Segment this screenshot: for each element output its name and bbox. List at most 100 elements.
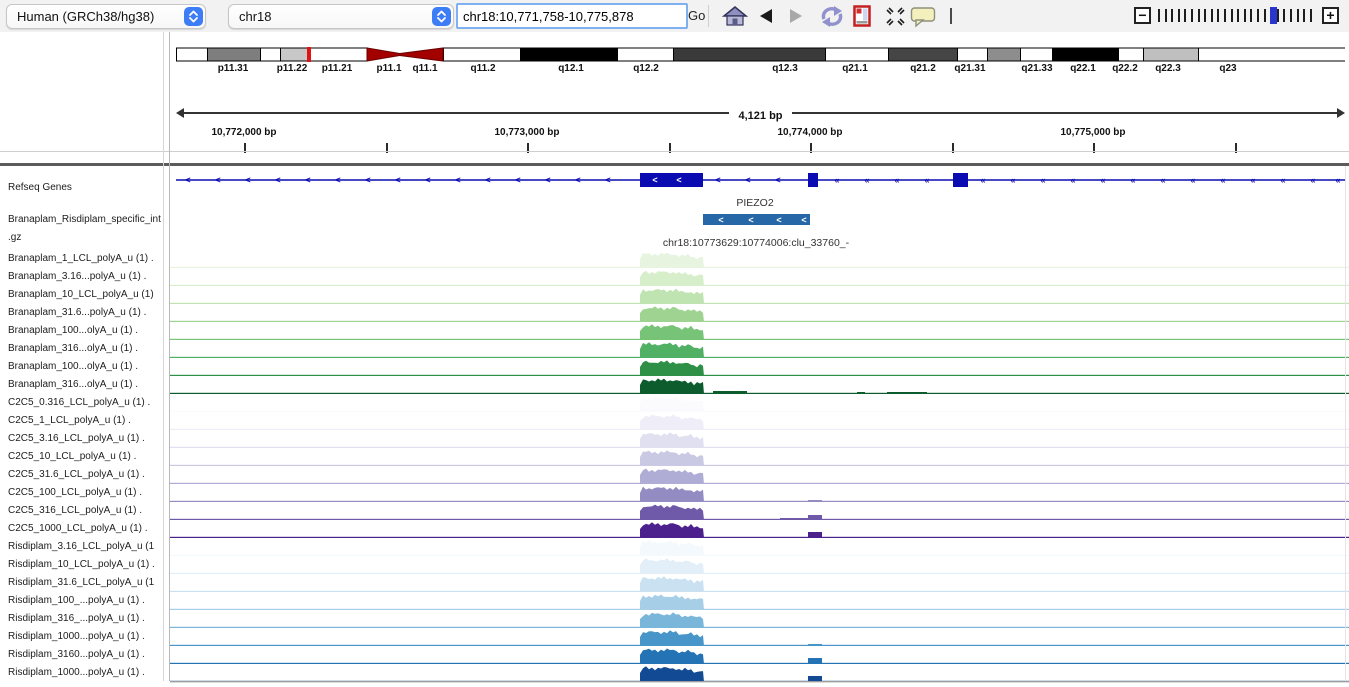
zoom-slider-tick[interactable]	[1231, 9, 1233, 22]
zoom-slider-tick[interactable]	[1204, 9, 1206, 22]
svg-text:<: <	[775, 175, 780, 185]
track-name[interactable]: Branaplam_Risdiplam_specific_int	[8, 214, 161, 225]
refseq-gene-track[interactable]: <<<<<<<<<<<<<<<<<<«««««««««««««««««<<PIE…	[170, 166, 1349, 210]
coverage-track[interactable]	[170, 286, 1349, 304]
chromosome-ideogram[interactable]: p11.31p11.22p11.21p11.1q11.1q11.2q12.1q1…	[176, 32, 1345, 163]
junction-track[interactable]: <<<<chr18:10773629:10774006:clu_33760_-	[170, 210, 1349, 250]
coverage-track[interactable]	[170, 628, 1349, 646]
coverage-track[interactable]	[170, 430, 1349, 448]
zoom-slider-tick[interactable]	[1158, 9, 1160, 22]
coverage-track[interactable]	[170, 250, 1349, 268]
home-icon[interactable]	[722, 5, 748, 33]
track-name[interactable]: Branaplam_100...olyA_u (1) .	[8, 325, 138, 336]
coverage-track[interactable]	[170, 322, 1349, 340]
zoom-slider-tick[interactable]	[1184, 9, 1186, 22]
coverage-track[interactable]	[170, 574, 1349, 592]
coverage-track[interactable]	[170, 268, 1349, 286]
track-name[interactable]: C2C5_31.6_LCL_polyA_u (1) .	[8, 469, 145, 480]
coverage-track[interactable]	[170, 592, 1349, 610]
coverage-track[interactable]	[170, 502, 1349, 520]
fit-to-window-icon[interactable]	[886, 7, 905, 31]
track-name[interactable]: Risdiplam_1000...polyA_u (1) .	[8, 631, 145, 642]
zoom-slider-tick[interactable]	[1264, 9, 1266, 22]
refresh-icon[interactable]	[818, 4, 846, 34]
zoom-slider-tick[interactable]	[1277, 9, 1279, 22]
track-name[interactable]: Risdiplam_100_...polyA_u (1) .	[8, 595, 145, 606]
track-name[interactable]: Branaplam_316...olyA_u (1) .	[8, 379, 138, 390]
track-name[interactable]: Branaplam_100...olyA_u (1) .	[8, 361, 138, 372]
track-name[interactable]: C2C5_3.16_LCL_polyA_u (1) .	[8, 433, 145, 444]
coverage-track[interactable]	[170, 520, 1349, 538]
track-name[interactable]: Risdiplam_31.6_LCL_polyA_u (1	[8, 577, 154, 588]
coverage-track[interactable]	[170, 664, 1349, 682]
track-name[interactable]: Branaplam_316...olyA_u (1) .	[8, 343, 138, 354]
track-name[interactable]: Branaplam_1_LCL_polyA_u (1) .	[8, 253, 154, 264]
zoom-slider-tick[interactable]	[1191, 9, 1193, 22]
track-name[interactable]: Risdiplam_3160...polyA_u (1) .	[8, 649, 145, 660]
zoom-slider-tick[interactable]	[1178, 9, 1180, 22]
coverage-track[interactable]	[170, 340, 1349, 358]
zoom-slider-tick[interactable]	[1198, 9, 1200, 22]
back-icon[interactable]	[760, 9, 772, 23]
coverage-track[interactable]	[170, 610, 1349, 628]
zoom-slider-tick[interactable]	[1224, 9, 1226, 22]
track-name[interactable]: C2C5_1_LCL_polyA_u (1) .	[8, 415, 131, 426]
coverage-track[interactable]	[170, 376, 1349, 394]
track-name[interactable]: Risdiplam_316_...polyA_u (1) .	[8, 613, 145, 624]
name-panel-divider[interactable]	[169, 32, 170, 681]
track-name[interactable]: C2C5_0.316_LCL_polyA_u (1) .	[8, 397, 150, 408]
select-stepper-icon[interactable]	[184, 7, 203, 26]
track-name[interactable]: C2C5_316_LCL_polyA_u (1) .	[8, 505, 142, 516]
track-name[interactable]: Branaplam_3.16...polyA_u (1) .	[8, 271, 146, 282]
zoom-slider-tick[interactable]	[1165, 9, 1167, 22]
track-name[interactable]: Branaplam_31.6...polyA_u (1) .	[8, 307, 146, 318]
track-name[interactable]: Refseq Genes	[8, 182, 72, 193]
coverage-track[interactable]	[170, 394, 1349, 412]
track-name[interactable]: .gz	[8, 232, 21, 243]
zoom-out-button[interactable]: −	[1134, 7, 1151, 24]
coverage-track[interactable]	[170, 412, 1349, 430]
comment-bubble-icon[interactable]	[910, 6, 937, 33]
zoom-slider-tick[interactable]	[1290, 9, 1292, 22]
coverage-track[interactable]	[170, 358, 1349, 376]
zoom-slider-tick[interactable]	[1211, 9, 1213, 22]
coverage-track[interactable]	[170, 646, 1349, 664]
go-button[interactable]: Go	[688, 8, 705, 23]
track-name[interactable]: C2C5_10_LCL_polyA_u (1) .	[8, 451, 136, 462]
zoom-slider-tick[interactable]	[1257, 9, 1259, 22]
zoom-slider-tick[interactable]	[1283, 9, 1285, 22]
coverage-track[interactable]	[170, 538, 1349, 556]
track-name[interactable]: Risdiplam_3.16_LCL_polyA_u (1	[8, 541, 154, 552]
cytoband-label: q12.3	[750, 63, 820, 74]
track-name[interactable]: Risdiplam_1000...polyA_u (1) .	[8, 667, 145, 678]
zoom-slider-tick[interactable]	[1297, 9, 1299, 22]
zoom-slider-tick[interactable]	[1237, 9, 1239, 22]
zoom-in-button[interactable]: +	[1322, 7, 1339, 24]
track-name[interactable]: C2C5_100_LCL_polyA_u (1) .	[8, 487, 142, 498]
zoom-slider-tick[interactable]	[1217, 9, 1219, 22]
locus-input[interactable]	[456, 3, 688, 29]
select-stepper-icon[interactable]	[432, 7, 451, 26]
coverage-track[interactable]	[170, 448, 1349, 466]
zoom-slider[interactable]	[1158, 7, 1316, 25]
forward-icon[interactable]	[790, 9, 802, 23]
chromosome-select[interactable]: chr18	[228, 4, 454, 29]
name-panel-divider[interactable]	[163, 32, 164, 681]
zoom-slider-tick[interactable]	[1171, 9, 1173, 22]
zoom-slider-tick[interactable]	[1310, 9, 1312, 22]
zoom-slider-tick[interactable]	[1250, 9, 1252, 22]
panel-divider[interactable]	[0, 163, 1349, 166]
genome-select[interactable]: Human (GRCh38/hg38)	[6, 4, 206, 29]
coverage-track[interactable]	[170, 556, 1349, 574]
snapshot-window-icon[interactable]	[853, 5, 873, 32]
coverage-track[interactable]	[170, 304, 1349, 322]
track-name[interactable]: Branaplam_10_LCL_polyA_u (1)	[8, 289, 154, 300]
zoom-slider-tick[interactable]	[1244, 9, 1246, 22]
ruler-tick-label: 10,775,000 bp	[1033, 127, 1153, 138]
coverage-track[interactable]	[170, 466, 1349, 484]
track-name[interactable]: Risdiplam_10_LCL_polyA_u (1) .	[8, 559, 155, 570]
track-data-area[interactable]: <<<<<<<<<<<<<<<<<<«««««««««««««««««<<PIE…	[170, 166, 1349, 687]
coverage-track[interactable]	[170, 484, 1349, 502]
track-name[interactable]: C2C5_1000_LCL_polyA_u (1) .	[8, 523, 148, 534]
zoom-slider-tick[interactable]	[1303, 9, 1305, 22]
